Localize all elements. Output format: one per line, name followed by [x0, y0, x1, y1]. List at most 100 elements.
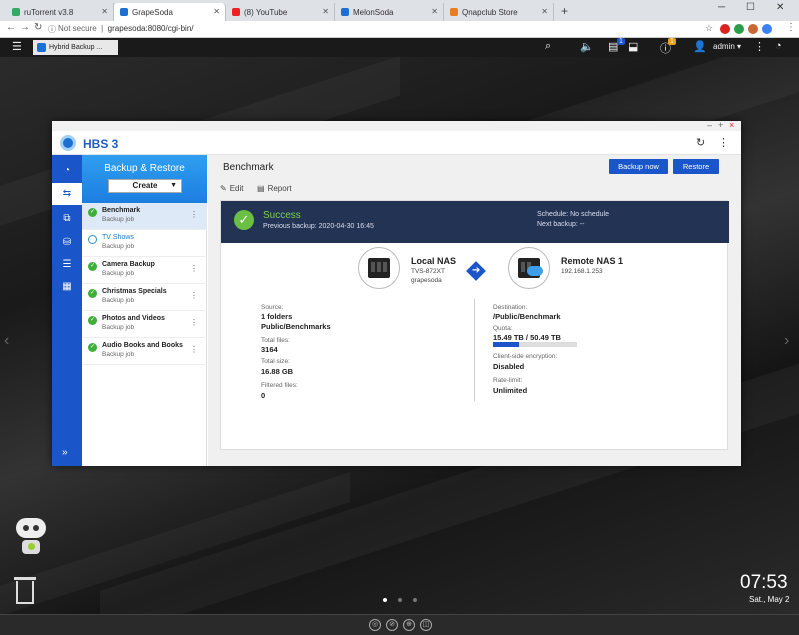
job-menu-icon[interactable]: ⋮ [190, 318, 198, 327]
close-icon[interactable]: ✕ [213, 7, 220, 16]
dock-app-icon[interactable]: ◎ [369, 619, 381, 631]
total-size-value: 16.88 GB [261, 367, 294, 376]
app-taskbar-tab[interactable]: Hybrid Backup ... [33, 40, 118, 55]
maximize-icon[interactable]: ☐ [746, 2, 755, 13]
create-button[interactable]: Create ▼ [108, 179, 182, 193]
search-icon[interactable]: ⌕ [545, 40, 551, 53]
job-menu-icon[interactable]: ⋮ [190, 210, 198, 219]
volume-icon[interactable]: 🔈 [580, 40, 594, 53]
qts-topbar: ☰ Hybrid Backup ... ⌕ 🔈 ▤ 1 ⬓ ⓘ 1 👤 admi… [0, 38, 799, 57]
dock-app-icon[interactable]: ◫ [420, 619, 432, 631]
job-item-christmas-specials[interactable]: ✓ Christmas Specials Backup job ⋮ [82, 284, 207, 311]
window-minimize-icon[interactable]: – [707, 120, 712, 130]
recycle-bin-icon[interactable] [14, 577, 36, 605]
desktop-clock: 07:53 [740, 572, 788, 593]
success-check-icon: ✓ [88, 289, 97, 298]
user-menu[interactable]: admin ▾ [713, 42, 741, 51]
close-icon[interactable]: ✕ [322, 7, 329, 16]
hamburger-menu-icon[interactable]: ☰ [12, 40, 22, 53]
status-banner: ✓ Success Previous backup: 2020-04-30 16… [221, 201, 729, 243]
extension-icon[interactable] [720, 24, 730, 34]
browser-tabbar: ruTorrent v3.8 ✕ GrapeSoda ✕ (8) YouTube… [0, 0, 799, 21]
tab-favicon-icon [450, 8, 458, 16]
app-nav-rail: ◔ ⇆ ⧉ ⛁ ☰ ▦ » [52, 155, 82, 466]
more-options-icon[interactable]: ⋮ [718, 136, 729, 149]
source-label: Source: [261, 304, 284, 311]
job-menu-icon[interactable]: ⋮ [190, 264, 198, 273]
overview-gauge-icon[interactable]: ◔ [60, 165, 74, 177]
reload-icon[interactable]: ↻ [34, 22, 42, 33]
job-type: Backup job [102, 351, 135, 358]
extension-icon[interactable] [734, 24, 744, 34]
back-icon[interactable]: ← [6, 22, 16, 33]
desktop-page-dot[interactable] [398, 598, 402, 602]
user-icon[interactable]: 👤 [693, 40, 707, 53]
services-icon[interactable]: ☰ [60, 259, 74, 271]
job-menu-icon[interactable]: ⋮ [190, 291, 198, 300]
report-button[interactable]: ▤ Report [257, 184, 292, 193]
restore-button[interactable]: Restore [673, 159, 719, 174]
quota-progress-bar [493, 342, 577, 347]
window-titlebar[interactable]: – + × [52, 120, 741, 131]
job-detail-main: Benchmark Backup now Restore ✎ Edit ▤ Repo… [208, 155, 741, 466]
close-window-icon[interactable]: ✕ [776, 2, 784, 13]
info-icon[interactable]: ⓘ [48, 24, 56, 35]
desktop-page-dot[interactable] [383, 598, 387, 602]
close-icon[interactable]: ✕ [101, 7, 108, 16]
address-bar: ← → ↻ ⓘ Not secure | grapesoda:8080/cgi-… [0, 21, 799, 38]
url-field[interactable]: Not secure | grapesoda:8080/cgi-bin/ [58, 24, 194, 33]
job-name: Camera Backup [102, 261, 155, 268]
dock-app-icon[interactable]: ⊘ [386, 619, 398, 631]
window-maximize-icon[interactable]: + [718, 120, 723, 130]
window-close-icon[interactable]: × [729, 120, 734, 130]
job-item-benchmark[interactable]: ✓ Benchmark Backup job ⋮ [82, 203, 207, 230]
job-item-photos-and-videos[interactable]: ✓ Photos and Videos Backup job ⋮ [82, 311, 207, 338]
job-name: Benchmark [102, 207, 141, 214]
profile-avatar[interactable] [762, 24, 772, 34]
star-icon[interactable]: ☆ [705, 23, 713, 34]
new-tab-button[interactable]: + [561, 4, 568, 18]
menu-kebab-icon[interactable]: ⋮ [786, 22, 796, 33]
sync-icon[interactable]: ⧉ [60, 213, 74, 225]
dock-app-icon[interactable]: ⊕ [403, 619, 415, 631]
job-detail-title: Benchmark [223, 162, 274, 173]
edit-button[interactable]: ✎ Edit [220, 184, 244, 193]
next-desktop-arrow-icon[interactable]: › [784, 332, 789, 350]
browser-tab[interactable]: Qnapclub Store ✕ [444, 3, 554, 21]
tab-label: Qnapclub Store [462, 7, 518, 17]
edit-pencil-icon: ✎ [220, 184, 227, 193]
extension-icon[interactable] [748, 24, 758, 34]
encryption-label: Client-side encryption: [493, 353, 558, 360]
close-icon[interactable]: ✕ [541, 7, 548, 16]
job-list-panel: Backup & Restore Create ▼ ✓ Benchmark Bac… [82, 155, 207, 466]
browser-tab-active[interactable]: GrapeSoda ✕ [114, 3, 226, 21]
success-check-icon: ✓ [88, 262, 97, 271]
prev-desktop-arrow-icon[interactable]: ‹ [4, 332, 9, 350]
storage-space-icon[interactable]: ⛁ [60, 237, 74, 249]
minimize-icon[interactable]: ─ [718, 2, 725, 13]
refresh-icon[interactable]: ↻ [696, 136, 705, 149]
cloud-icon [527, 266, 543, 276]
job-type: Backup job [102, 270, 135, 277]
desktop-page-dot[interactable] [413, 598, 417, 602]
job-menu-icon[interactable]: ⋮ [190, 345, 198, 354]
job-item-camera-backup[interactable]: ✓ Camera Backup Backup job ⋮ [82, 257, 207, 284]
local-nas-model: TVS-872XT [411, 268, 445, 275]
external-device-icon[interactable]: ⬓ [628, 40, 638, 53]
expand-rail-icon[interactable]: » [62, 447, 68, 458]
forward-icon[interactable]: → [20, 22, 30, 33]
job-item-tv-shows[interactable]: TV Shows Backup job [82, 230, 207, 257]
close-icon[interactable]: ✕ [431, 7, 438, 16]
browser-tab[interactable]: (8) YouTube ✕ [226, 3, 335, 21]
job-type: Backup job [102, 216, 135, 223]
qboost-robot-icon[interactable] [12, 518, 50, 558]
options-kebab-icon[interactable]: ⋮ [754, 40, 765, 53]
dashboard-gauge-icon[interactable]: ◔ [775, 40, 782, 52]
browser-tab[interactable]: ruTorrent v3.8 ✕ [6, 3, 114, 21]
logs-icon[interactable]: ▦ [60, 281, 74, 293]
job-item-audio-books[interactable]: ✓ Audio Books and Books Backup job ⋮ [82, 338, 207, 365]
backup-now-button[interactable]: Backup now [609, 159, 668, 174]
backup-restore-icon[interactable]: ⇆ [52, 183, 82, 205]
quota-progress-fill [493, 342, 519, 347]
browser-tab[interactable]: MelonSoda ✕ [335, 3, 444, 21]
